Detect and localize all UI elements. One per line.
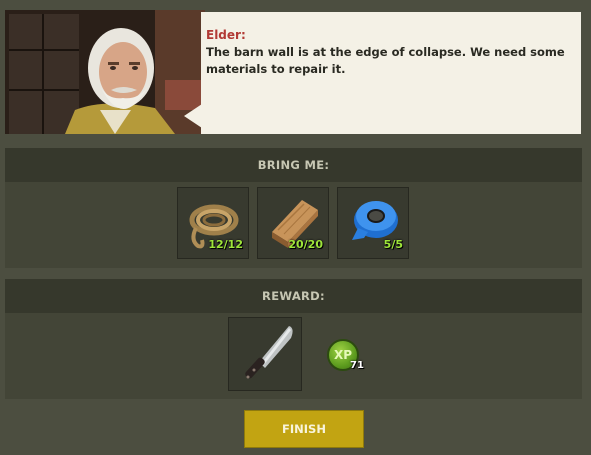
required-item-rope[interactable]: 12/12 [177,187,249,259]
reward-item-machete[interactable] [228,317,302,391]
elder-portrait [5,10,205,134]
required-item-plank[interactable]: 20/20 [257,187,329,259]
rope-count: 12/12 [208,238,243,251]
required-item-duct-tape[interactable]: 5/5 [337,187,409,259]
duct-tape-count: 5/5 [383,238,403,251]
dialog-bubble-tail [184,104,202,128]
plank-count: 20/20 [288,238,323,251]
machete-icon [245,326,293,379]
bring-me-header: BRING ME: [5,148,582,182]
reward-header: REWARD: [5,279,582,313]
dialog-text: The barn wall is at the edge of collapse… [206,45,565,76]
elder-portrait-art [5,10,205,134]
finish-button[interactable]: FINISH [244,410,364,448]
speaker-name: Elder: [206,28,246,42]
xp-amount: 71 [350,360,364,371]
